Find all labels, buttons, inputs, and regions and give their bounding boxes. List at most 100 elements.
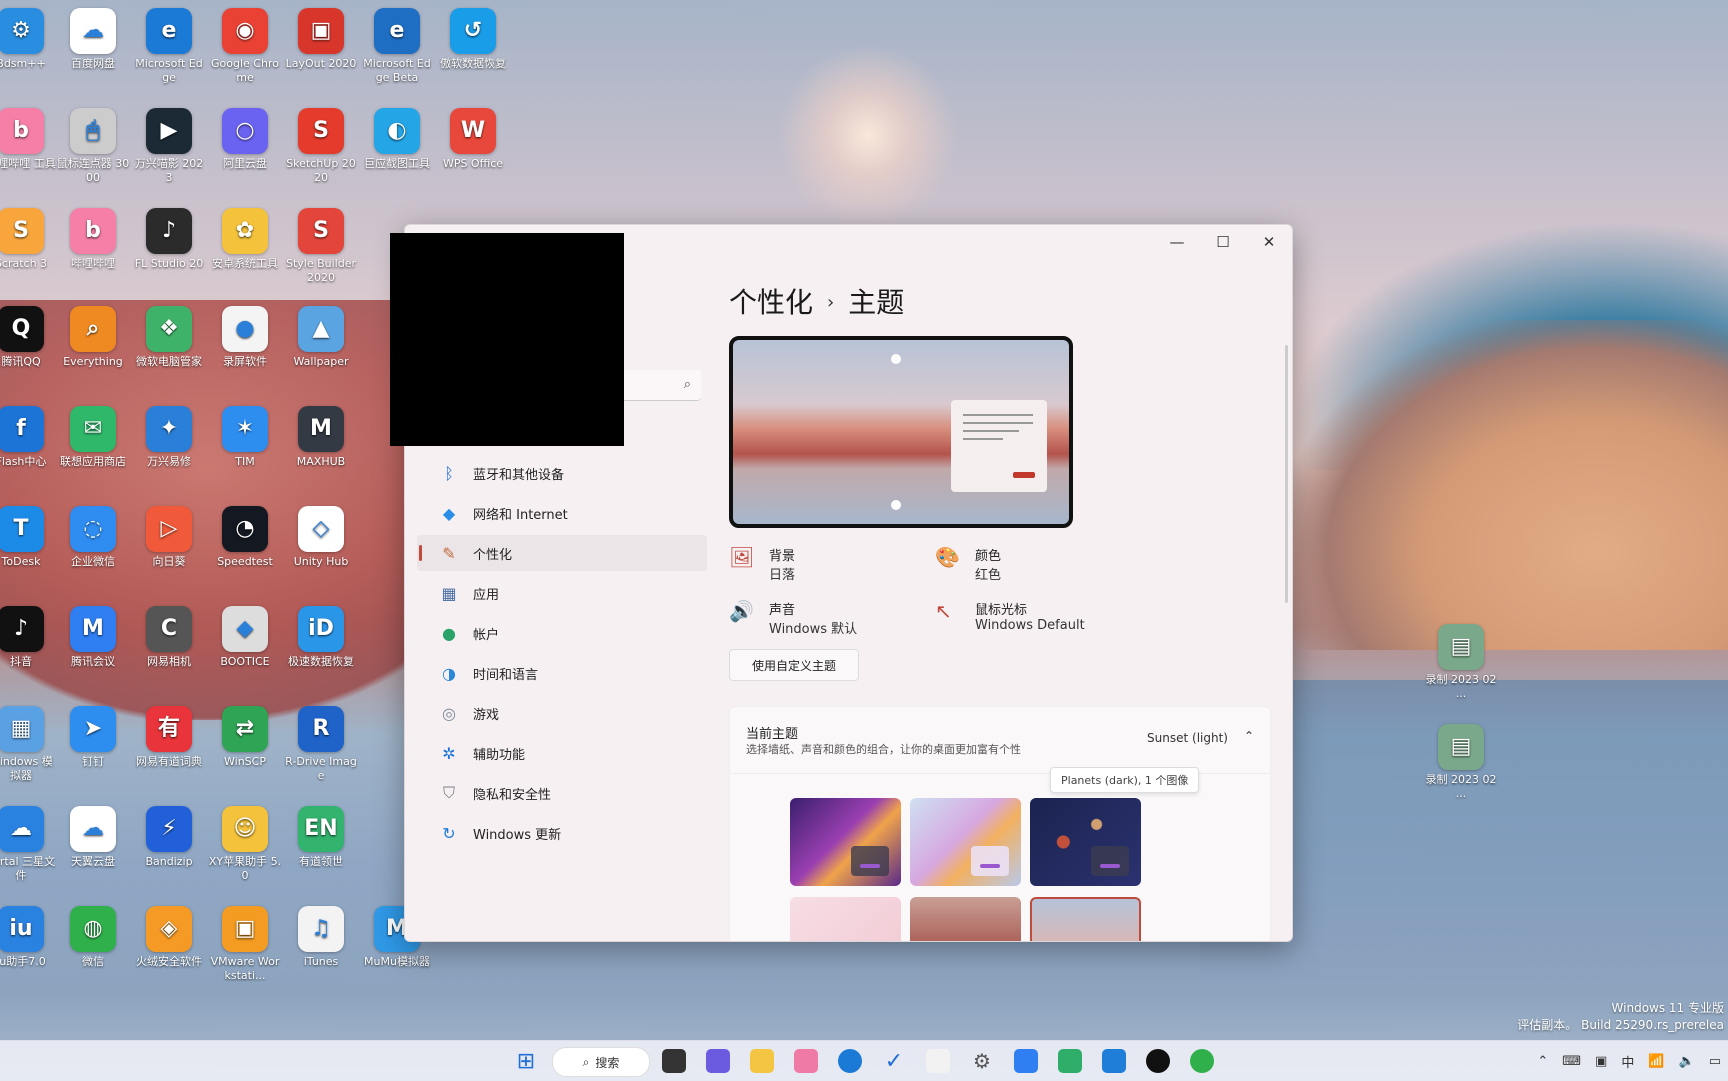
desktop-icon[interactable]: 🖱 鼠标连点器 3000 [56,104,130,185]
desktop-icon[interactable]: ☺ XY苹果助手 5.0 [208,802,282,883]
minimize-button[interactable]: — [1154,225,1200,259]
tablet-icon[interactable]: ▣ [1595,1054,1607,1069]
desktop-icon[interactable]: ⌕ Everything [56,302,130,369]
desktop-icon[interactable]: ◆ BOOTICE [208,602,282,669]
app-icon[interactable] [1058,1049,1082,1073]
desktop-icon[interactable]: ☁ Portal 三星文件 [0,802,58,883]
tencent-meeting-icon[interactable] [1014,1049,1038,1073]
desktop-icon[interactable]: ❖ 微软电脑管家 [132,302,206,369]
desktop-icon[interactable]: Q 腾讯QQ [0,302,58,369]
wechat-icon[interactable] [1190,1049,1214,1073]
nav-item[interactable]: ▦ 应用 [417,575,707,611]
chat-icon[interactable] [706,1049,730,1073]
bilibili-icon[interactable] [794,1049,818,1073]
desktop-icon[interactable]: e Microsoft Edge Beta [360,4,434,85]
nav-item[interactable]: ᛒ 蓝牙和其他设备 [417,455,707,491]
theme-thumbnail[interactable] [790,897,901,941]
theme-thumbnail[interactable] [790,798,901,886]
desktop-icon[interactable]: ▶ 万兴喵影 2023 [132,104,206,185]
desktop-icon[interactable]: S Style Builder 2020 [284,204,358,285]
nav-item[interactable]: ◑ 时间和语言 [417,655,707,691]
desktop-icon[interactable]: iD 极速数据恢复 [284,602,358,669]
task-view-icon[interactable] [662,1049,686,1073]
desktop-icon[interactable]: EN 有道领世 [284,802,358,869]
desktop-icon[interactable]: b 哔哩哔哩 工具 [0,104,58,171]
keyboard-icon[interactable]: ⌨ [1562,1054,1581,1069]
desktop-icon[interactable]: ✶ TIM [208,402,282,469]
desktop-icon[interactable]: f Flash中心 [0,402,58,469]
desktop-icon[interactable]: ▤ 录制 2023 02 ... [1424,720,1498,801]
desktop-icon[interactable]: ▲ Wallpaper [284,302,358,369]
nav-item[interactable]: ● 帐户 [417,615,707,651]
sound-setting[interactable]: 🔊 声音 Windows 默认 [729,599,857,637]
chevron-up-icon[interactable]: ⌃ [1244,729,1254,743]
desktop-icon[interactable]: T ToDesk [0,502,58,569]
nav-item[interactable]: ✎ 个性化 [417,535,707,571]
settings-gear-icon[interactable]: ⚙ [970,1049,994,1073]
qq-icon[interactable] [1146,1049,1170,1073]
desktop-icon[interactable]: ⇄ WinSCP [208,702,282,769]
desktop-icon[interactable]: ◐ 巨应截图工具 [360,104,434,171]
settings-search-input[interactable]: ⌕ [615,370,701,401]
use-custom-theme-button[interactable]: 使用自定义主题 [729,649,859,681]
desktop-icon[interactable]: ○ 阿里云盘 [208,104,282,171]
nav-item[interactable]: ◎ 游戏 [417,695,707,731]
battery-icon[interactable]: ▭ [1709,1054,1721,1069]
breadcrumb-parent[interactable]: 个性化 [729,286,813,319]
desktop-icon[interactable]: ▣ VMware Workstati... [208,902,282,983]
desktop-icon[interactable]: ◍ 微信 [56,902,130,969]
desktop-icon[interactable]: ⚙ Bdsm++ [0,4,58,71]
taskbar-search[interactable]: ⌕ 搜索 [552,1047,650,1077]
theme-thumbnail-selected[interactable] [1030,897,1141,941]
store-icon[interactable] [1102,1049,1126,1073]
nav-item[interactable]: ⛉ 隐私和安全性 [417,775,707,811]
desktop-icon[interactable]: ☁ 百度网盘 [56,4,130,71]
theme-thumbnail[interactable] [910,897,1021,941]
recorder-icon[interactable] [926,1049,950,1073]
todo-icon[interactable]: ✓ [882,1049,906,1074]
background-setting[interactable]: 🖼 背景 日落 [729,545,795,583]
file-explorer-icon[interactable] [750,1049,774,1073]
desktop-icon[interactable]: ▷ 向日葵 [132,502,206,569]
desktop-icon[interactable]: C 网易相机 [132,602,206,669]
desktop-icon[interactable]: ◌ 企业微信 [56,502,130,569]
desktop-icon[interactable]: ● 录屏软件 [208,302,282,369]
desktop-icon[interactable]: ♪ 抖音 [0,602,58,669]
wifi-icon[interactable]: 📶 [1648,1054,1664,1069]
start-button[interactable]: ⊞ [514,1049,538,1074]
desktop-icon[interactable]: S Scratch 3 [0,204,58,271]
desktop-icon[interactable]: e Microsoft Edge [132,4,206,85]
desktop-icon[interactable]: ✿ 安卓系统工具 [208,204,282,271]
cursor-setting[interactable]: ↖ 鼠标光标 Windows Default [935,599,1085,633]
desktop-icon[interactable]: 有网易有道词典 [132,702,206,769]
desktop-icon[interactable]: ▤ 录制 2023 02 ... [1424,620,1498,701]
close-button[interactable]: ✕ [1246,225,1292,259]
scrollbar[interactable] [1285,345,1288,603]
desktop-icon[interactable]: b 哔哩哔哩 [56,204,130,271]
desktop-icon[interactable]: ➤ 钉钉 [56,702,130,769]
edge-icon[interactable] [838,1049,862,1073]
color-setting[interactable]: 🎨 颜色 红色 [935,545,1001,583]
desktop-icon[interactable]: ◈ 火绒安全软件 [132,902,206,969]
desktop-icon[interactable]: ♪ FL Studio 20 [132,204,206,271]
desktop-icon[interactable]: ▦ Windows 模拟器 [0,702,58,783]
chevron-up-icon[interactable]: ⌃ [1537,1054,1548,1069]
desktop-icon[interactable]: ✉ 联想应用商店 [56,402,130,469]
nav-item[interactable]: ✲ 辅助功能 [417,735,707,771]
desktop-icon[interactable]: ✦ 万兴易修 [132,402,206,469]
desktop-icon[interactable]: M 腾讯会议 [56,602,130,669]
nav-item[interactable]: ◆ 网络和 Internet [417,495,707,531]
desktop-icon[interactable]: ◇ Unity Hub [284,502,358,569]
desktop-icon[interactable]: ▣ LayOut 2020 [284,4,358,71]
maximize-button[interactable]: ☐ [1200,225,1246,259]
theme-thumbnail[interactable] [1030,798,1141,886]
desktop-icon[interactable]: ⚡ Bandizip [132,802,206,869]
theme-thumbnail[interactable] [910,798,1021,886]
desktop-icon[interactable]: R R-Drive Image [284,702,358,783]
desktop-icon[interactable]: ♫ iTunes [284,902,358,969]
desktop-icon[interactable]: S SketchUp 2020 [284,104,358,185]
volume-icon[interactable]: 🔈 [1679,1054,1695,1069]
desktop-icon[interactable]: iu iu助手7.0 [0,902,58,969]
nav-item[interactable]: ↻ Windows 更新 [417,815,707,851]
ime-indicator[interactable]: 中 [1621,1052,1634,1071]
